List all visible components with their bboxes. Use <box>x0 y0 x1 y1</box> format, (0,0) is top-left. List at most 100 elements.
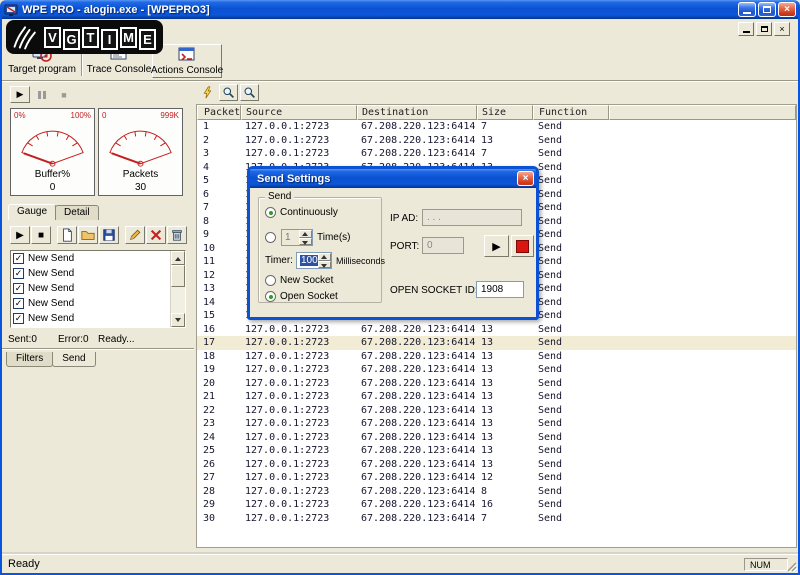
checkbox[interactable]: ✓ <box>13 313 24 324</box>
table-cell: 67.208.220.123:6414 <box>357 135 477 146</box>
ip-field[interactable]: . . . <box>422 209 522 226</box>
table-row[interactable]: 19127.0.0.1:272367.208.220.123:641413Sen… <box>197 363 796 377</box>
dialog-close-button[interactable]: × <box>517 171 534 186</box>
table-row[interactable]: 16127.0.0.1:272367.208.220.123:641413Sen… <box>197 323 796 337</box>
table-row[interactable]: 26127.0.0.1:272367.208.220.123:641413Sen… <box>197 458 796 472</box>
table-cell: Send <box>533 391 609 402</box>
mdi-minimize-button[interactable] <box>738 22 754 36</box>
send-play-button[interactable]: ▶ <box>10 226 30 244</box>
radio-open-socket[interactable]: Open Socket <box>265 291 338 302</box>
socket-id-field[interactable]: 1908 <box>476 281 524 298</box>
table-cell: Send <box>533 324 609 335</box>
dialog-stop-button[interactable] <box>511 235 534 257</box>
scroll-up-button[interactable] <box>171 251 185 265</box>
checkbox[interactable]: ✓ <box>13 298 24 309</box>
table-row[interactable]: 17127.0.0.1:272367.208.220.123:641413Sen… <box>197 336 796 350</box>
table-cell: 67.208.220.123:6414 <box>357 418 477 429</box>
radio-continuously[interactable]: Continuously <box>265 207 338 218</box>
table-row[interactable]: 3127.0.0.1:272367.208.220.123:64147Send <box>197 147 796 161</box>
send-stop-button[interactable]: ■ <box>31 226 51 244</box>
table-row[interactable]: 1127.0.0.1:272367.208.220.123:64147Send <box>197 120 796 134</box>
tab-detail[interactable]: Detail <box>55 205 99 220</box>
port-field[interactable]: 0 <box>422 237 464 254</box>
maximize-button[interactable] <box>758 2 776 17</box>
timer-spinner[interactable]: 100 <box>296 252 332 269</box>
scroll-track[interactable] <box>171 265 185 313</box>
send-options-button[interactable] <box>198 84 217 101</box>
table-cell: 127.0.0.1:2723 <box>241 472 357 483</box>
radio-icon[interactable] <box>265 207 276 218</box>
list-item[interactable]: ✓New Send <box>11 266 185 281</box>
mdi-close-button[interactable]: × <box>774 22 790 36</box>
table-cell: Send <box>533 216 609 227</box>
table-row[interactable]: 23127.0.0.1:272367.208.220.123:641413Sen… <box>197 417 796 431</box>
table-row[interactable]: 28127.0.0.1:272367.208.220.123:64148Send <box>197 485 796 499</box>
radio-icon[interactable] <box>265 232 276 243</box>
radio-new-socket[interactable]: New Socket <box>265 275 333 286</box>
checkbox[interactable]: ✓ <box>13 268 24 279</box>
close-button[interactable]: × <box>778 2 796 17</box>
list-item[interactable]: ✓New Send <box>11 281 185 296</box>
table-cell: 19 <box>197 364 241 375</box>
table-cell: 13 <box>477 418 533 429</box>
play-button[interactable]: ▶ <box>10 86 30 103</box>
radio-times[interactable]: 1 Time(s) <box>265 229 351 246</box>
tab-gauge[interactable]: Gauge <box>8 204 56 220</box>
trash-button[interactable] <box>167 226 187 244</box>
new-button[interactable] <box>57 226 77 244</box>
list-item[interactable]: ✓New Send <box>11 311 185 326</box>
table-row[interactable]: 18127.0.0.1:272367.208.220.123:641413Sen… <box>197 350 796 364</box>
stop-button[interactable]: ■ <box>54 86 74 103</box>
table-row[interactable]: 24127.0.0.1:272367.208.220.123:641413Sen… <box>197 431 796 445</box>
table-row[interactable]: 29127.0.0.1:272367.208.220.123:641416Sen… <box>197 498 796 512</box>
minimize-button[interactable] <box>738 2 756 17</box>
column-header-destination[interactable]: Destination <box>357 105 477 120</box>
resize-grip[interactable] <box>785 560 797 572</box>
table-cell: Send <box>533 162 609 173</box>
tab-send[interactable]: Send <box>52 352 95 367</box>
dialog-title: Send Settings <box>257 173 330 185</box>
times-spinner[interactable]: 1 <box>281 229 313 246</box>
scroll-thumb[interactable] <box>171 265 185 287</box>
table-cell: 127.0.0.1:2723 <box>241 499 357 510</box>
spinner-arrows[interactable] <box>299 230 312 245</box>
list-item[interactable]: ✓New Send <box>11 251 185 266</box>
radio-icon[interactable] <box>265 291 276 302</box>
table-row[interactable]: 25127.0.0.1:272367.208.220.123:641413Sen… <box>197 444 796 458</box>
send-list[interactable]: ✓New Send✓New Send✓New Send✓New Send✓New… <box>10 250 186 328</box>
send-list-scrollbar[interactable] <box>170 251 185 327</box>
table-row[interactable]: 30127.0.0.1:272367.208.220.123:64147Send <box>197 512 796 526</box>
save-button[interactable] <box>99 226 119 244</box>
table-cell: Send <box>533 202 609 213</box>
table-cell: Send <box>533 270 609 281</box>
tab-filters[interactable]: Filters <box>6 352 53 367</box>
pause-button[interactable] <box>32 86 52 103</box>
dialog-titlebar[interactable]: Send Settings × <box>250 169 536 188</box>
scroll-down-button[interactable] <box>171 313 185 327</box>
radio-icon[interactable] <box>265 275 276 286</box>
mdi-restore-button[interactable] <box>756 22 772 36</box>
checkbox[interactable]: ✓ <box>13 283 24 294</box>
delete-button[interactable] <box>146 226 166 244</box>
table-row[interactable]: 2127.0.0.1:272367.208.220.123:641413Send <box>197 134 796 148</box>
table-row[interactable]: 21127.0.0.1:272367.208.220.123:641413Sen… <box>197 390 796 404</box>
column-header-packet[interactable]: Packet <box>197 105 241 120</box>
target-program-label: Target program <box>8 64 76 75</box>
column-header-function[interactable]: Function <box>533 105 609 120</box>
list-item[interactable]: ✓New Send <box>11 296 185 311</box>
edit-button[interactable] <box>125 226 145 244</box>
actions-console-button[interactable]: Actions Console <box>152 44 222 78</box>
column-header-source[interactable]: Source <box>241 105 357 120</box>
dialog-play-button[interactable]: ▶ <box>484 235 509 257</box>
zoom-button-2[interactable] <box>240 84 259 101</box>
column-header-size[interactable]: Size <box>477 105 533 120</box>
table-row[interactable]: 22127.0.0.1:272367.208.220.123:641413Sen… <box>197 404 796 418</box>
table-row[interactable]: 20127.0.0.1:272367.208.220.123:641413Sen… <box>197 377 796 391</box>
table-cell: 24 <box>197 432 241 443</box>
spinner-arrows[interactable] <box>318 253 331 268</box>
window-titlebar[interactable]: WPE PRO - alogin.exe - [WPEPRO3] × <box>0 0 800 19</box>
zoom-button-1[interactable] <box>219 84 238 101</box>
checkbox[interactable]: ✓ <box>13 253 24 264</box>
open-button[interactable] <box>78 226 98 244</box>
table-row[interactable]: 27127.0.0.1:272367.208.220.123:641412Sen… <box>197 471 796 485</box>
